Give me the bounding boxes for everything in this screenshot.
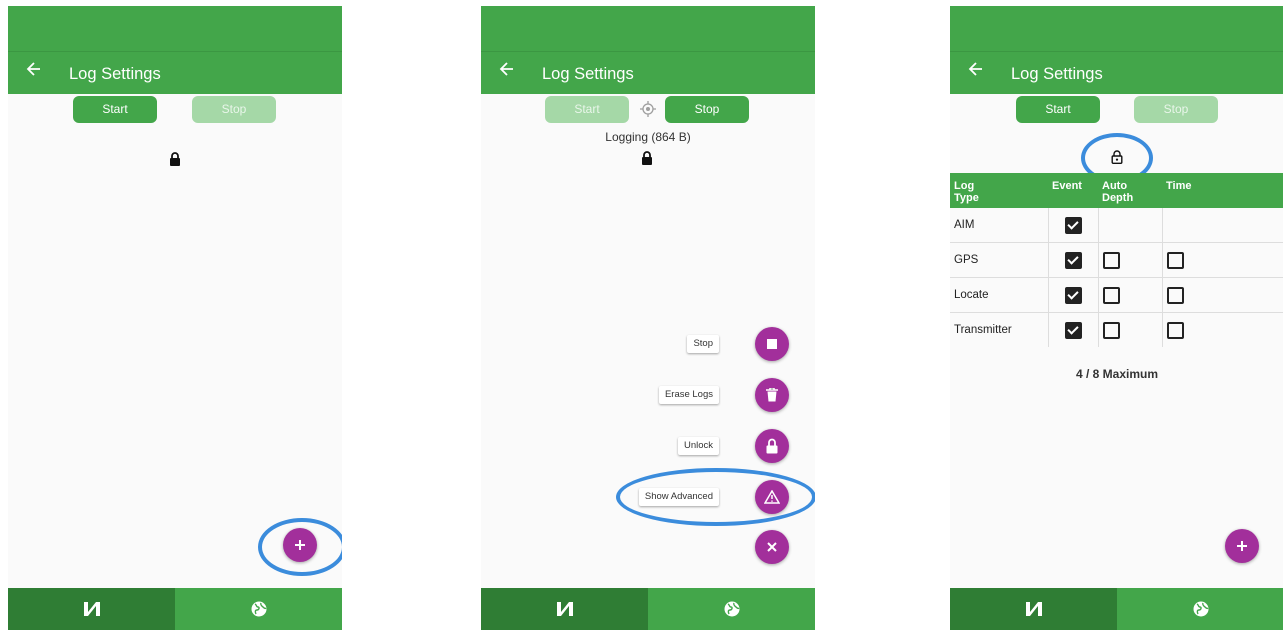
- table-row: Locate: [950, 277, 1283, 313]
- screen-1: Log Settings Start Stop: [8, 6, 342, 630]
- col-header-auto-depth: Auto Depth: [1098, 173, 1162, 208]
- nav-tab-device[interactable]: [950, 588, 1117, 630]
- nav-tab-device[interactable]: [481, 588, 648, 630]
- nav-tab-map[interactable]: [175, 588, 342, 630]
- log-type-table: Log Type Event Auto Depth Time AIM GPS Loc…: [950, 173, 1283, 347]
- auto-depth-checkbox[interactable]: [1102, 321, 1120, 339]
- table-row: AIM: [950, 208, 1283, 243]
- screen-2: Log Settings Start Stop Logging (864 B) …: [481, 6, 815, 630]
- brand-logo-icon: [1025, 602, 1042, 616]
- time-checkbox[interactable]: [1166, 286, 1184, 304]
- stop-icon: [767, 339, 777, 349]
- fab-label-erase-logs[interactable]: Erase Logs: [658, 386, 719, 404]
- brand-logo-icon: [556, 602, 573, 616]
- stop-fab[interactable]: [755, 327, 789, 361]
- page-title: Log Settings: [1011, 65, 1103, 83]
- page-title: Log Settings: [69, 65, 161, 83]
- nav-tab-map[interactable]: [1117, 588, 1283, 630]
- globe-icon: [1193, 601, 1208, 617]
- back-arrow-icon[interactable]: [499, 60, 515, 78]
- bottom-nav: [481, 588, 815, 630]
- screen-3: Log Settings Start Stop Log Type Event Au…: [950, 6, 1283, 630]
- bottom-nav: [8, 588, 342, 630]
- app-bar: Log Settings: [481, 51, 815, 94]
- plus-icon: [1237, 541, 1247, 551]
- status-bar: [8, 6, 342, 51]
- start-button[interactable]: Start: [545, 96, 629, 123]
- close-fab[interactable]: [755, 530, 789, 564]
- erase-logs-fab[interactable]: [755, 378, 789, 412]
- trash-icon: [766, 388, 778, 402]
- status-bar: [950, 6, 1283, 79]
- table-row: Transmitter: [950, 312, 1283, 347]
- highlight-circle: [616, 468, 815, 526]
- log-type-cell: Locate: [950, 277, 1049, 313]
- auto-depth-checkbox[interactable]: [1102, 286, 1120, 304]
- log-type-cell: Transmitter: [950, 312, 1049, 347]
- page-title: Log Settings: [542, 65, 634, 83]
- back-arrow-icon[interactable]: [26, 60, 42, 78]
- stop-button[interactable]: Stop: [192, 96, 276, 123]
- event-checkbox[interactable]: [1064, 251, 1082, 269]
- table-row: GPS: [950, 242, 1283, 278]
- event-checkbox[interactable]: [1064, 216, 1082, 234]
- globe-icon: [724, 601, 739, 617]
- globe-icon: [251, 601, 266, 617]
- unlock-fab[interactable]: [755, 429, 789, 463]
- nav-tab-map[interactable]: [648, 588, 815, 630]
- time-checkbox[interactable]: [1166, 251, 1184, 269]
- add-fab[interactable]: [1225, 529, 1259, 563]
- auto-depth-checkbox[interactable]: [1102, 251, 1120, 269]
- col-header-time: Time: [1162, 173, 1283, 208]
- time-checkbox[interactable]: [1166, 321, 1184, 339]
- col-header-log-type: Log Type: [950, 173, 1048, 208]
- highlight-circle: [258, 518, 342, 576]
- close-icon: [767, 542, 777, 552]
- log-type-cell: AIM: [950, 208, 1049, 243]
- app-bar: Log Settings: [8, 51, 342, 94]
- lock-icon: [642, 151, 652, 165]
- brand-logo-icon: [83, 602, 100, 616]
- fab-label-stop[interactable]: Stop: [687, 335, 719, 353]
- log-count-maximum: 4 / 8 Maximum: [1075, 367, 1159, 381]
- bottom-nav: [950, 588, 1283, 630]
- lock-icon: [170, 152, 180, 166]
- fab-label-unlock[interactable]: Unlock: [677, 437, 719, 455]
- back-arrow-icon[interactable]: [968, 60, 984, 78]
- event-checkbox[interactable]: [1064, 321, 1082, 339]
- stop-button[interactable]: Stop: [665, 96, 749, 123]
- start-button[interactable]: Start: [1016, 96, 1100, 123]
- event-checkbox[interactable]: [1064, 286, 1082, 304]
- start-button[interactable]: Start: [73, 96, 157, 123]
- log-type-cell: GPS: [950, 242, 1049, 278]
- col-header-event: Event: [1048, 173, 1098, 208]
- status-bar: [481, 6, 815, 51]
- lock-icon: [766, 438, 778, 454]
- app-bar: Log Settings: [950, 51, 1283, 94]
- logging-status: Logging (864 B): [605, 130, 691, 144]
- nav-tab-device[interactable]: [8, 588, 175, 630]
- gps-target-icon: [640, 101, 656, 117]
- stop-button[interactable]: Stop: [1134, 96, 1218, 123]
